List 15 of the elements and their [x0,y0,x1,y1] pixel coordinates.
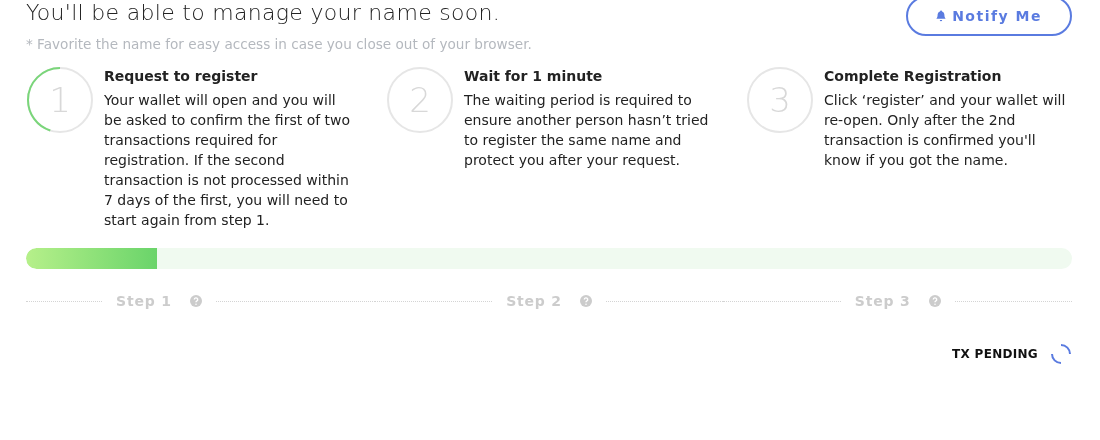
help-icon[interactable] [579,295,592,307]
notify-me-button[interactable]: Notify Me [906,0,1072,36]
step-description: Your wallet will open and you will be asked to confirm the first of two transactions required for registration. If the second transaction is not processed within 7 days of the first, you will need to start again from step 1. [104,91,352,230]
step-title: Complete Registration [824,68,1003,84]
step-title: Wait for 1 minute [464,68,604,84]
page-heading: You'll be able to manage your name soon. [26,0,502,26]
step-title: Request to register [104,68,259,84]
favorite-note: * Favorite the name for easy access in case you close out of your browser. [26,36,532,52]
bell-icon [936,10,947,22]
help-icon[interactable] [928,295,941,307]
help-icon[interactable] [189,295,202,307]
step-description: Click ‘register’ and your wallet will re-open. Only after the 2nd transaction is confirmed you'll know if you got the name. [824,91,1067,170]
tx-pending-status: TX PENDING [952,347,1038,361]
step-description: The waiting period is required to ensure another person hasn’t tried to register the same name and protect you after your request. [464,91,710,170]
loading-spinner-icon [1050,343,1072,365]
